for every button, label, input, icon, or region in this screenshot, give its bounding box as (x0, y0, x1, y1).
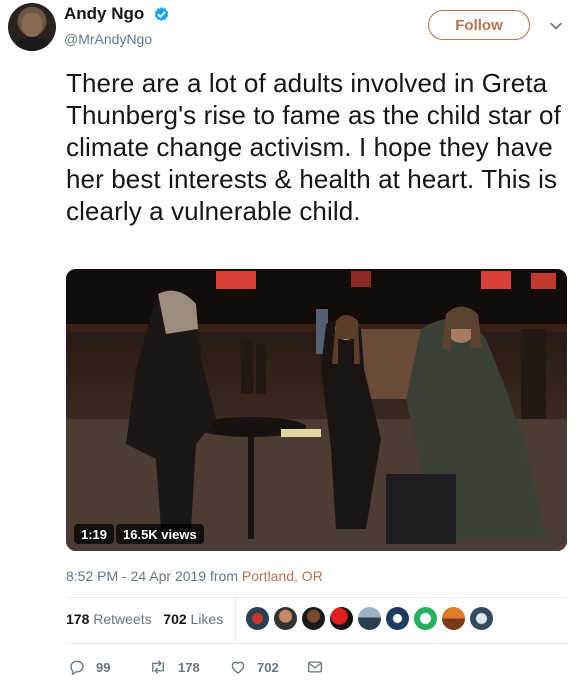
liker-avatar[interactable] (273, 606, 298, 631)
liker-avatar[interactable] (469, 606, 494, 631)
follow-button[interactable]: Follow (428, 10, 530, 40)
location-link[interactable]: Portland, OR (242, 568, 323, 584)
retweet-button[interactable]: 178 (148, 657, 200, 677)
video-frame (66, 269, 567, 551)
liker-avatar[interactable] (385, 606, 410, 631)
retweet-icon (152, 660, 164, 674)
user-handle[interactable]: @MrAndyNgo (64, 31, 152, 47)
reply-icon (70, 660, 84, 675)
video-player[interactable]: 1:19 16.5K views (66, 269, 567, 551)
video-views: 16.5K views (116, 524, 204, 544)
liker-avatar[interactable] (413, 606, 438, 631)
liker-avatar[interactable] (301, 606, 326, 631)
video-duration: 1:19 (74, 524, 115, 544)
envelope-icon (307, 661, 323, 673)
likes-stat[interactable]: 702 Likes (163, 611, 223, 627)
tweet-text: There are a lot of adults involved in Gr… (66, 68, 561, 226)
chevron-down-icon[interactable] (549, 19, 563, 33)
heart-icon (231, 661, 245, 674)
reply-button[interactable]: 99 (68, 657, 110, 677)
divider (66, 643, 567, 644)
user-name[interactable]: Andy Ngo (64, 4, 144, 24)
liker-avatar[interactable] (329, 606, 354, 631)
avatar[interactable] (8, 3, 56, 51)
liker-avatar[interactable] (357, 606, 382, 631)
message-button[interactable] (306, 657, 334, 677)
timestamp-text[interactable]: 8:52 PM - 24 Apr 2019 from (66, 568, 242, 584)
liker-avatar[interactable] (441, 606, 466, 631)
verified-icon (154, 7, 169, 22)
divider (66, 597, 567, 598)
like-count: 702 (257, 659, 279, 675)
stats-divider (235, 598, 236, 642)
like-button[interactable]: 702 (229, 657, 279, 677)
retweets-stat[interactable]: 178 Retweets (66, 611, 152, 627)
reply-count: 99 (96, 659, 111, 675)
tweet-timestamp: 8:52 PM - 24 Apr 2019 from Portland, OR (66, 568, 323, 584)
retweet-count: 178 (178, 659, 200, 675)
engagement-stats: 178 Retweets 702 Likes (66, 611, 223, 627)
liker-avatar[interactable] (245, 606, 270, 631)
